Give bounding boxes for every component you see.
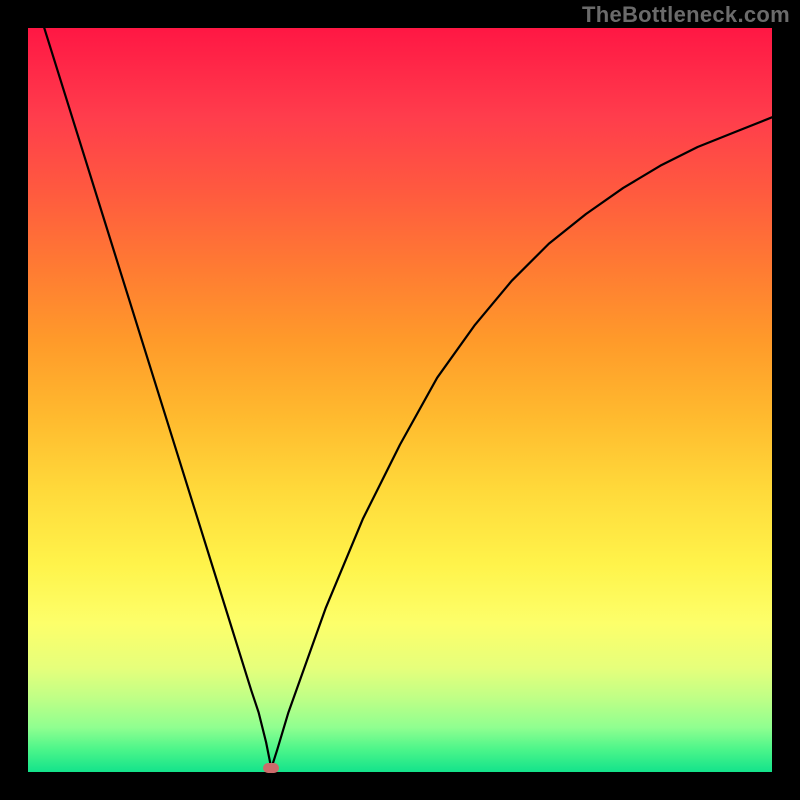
watermark-text: TheBottleneck.com [582,2,790,28]
bottleneck-curve [28,28,772,772]
chart-frame: TheBottleneck.com [0,0,800,800]
min-marker [263,763,279,773]
plot-area [28,28,772,772]
